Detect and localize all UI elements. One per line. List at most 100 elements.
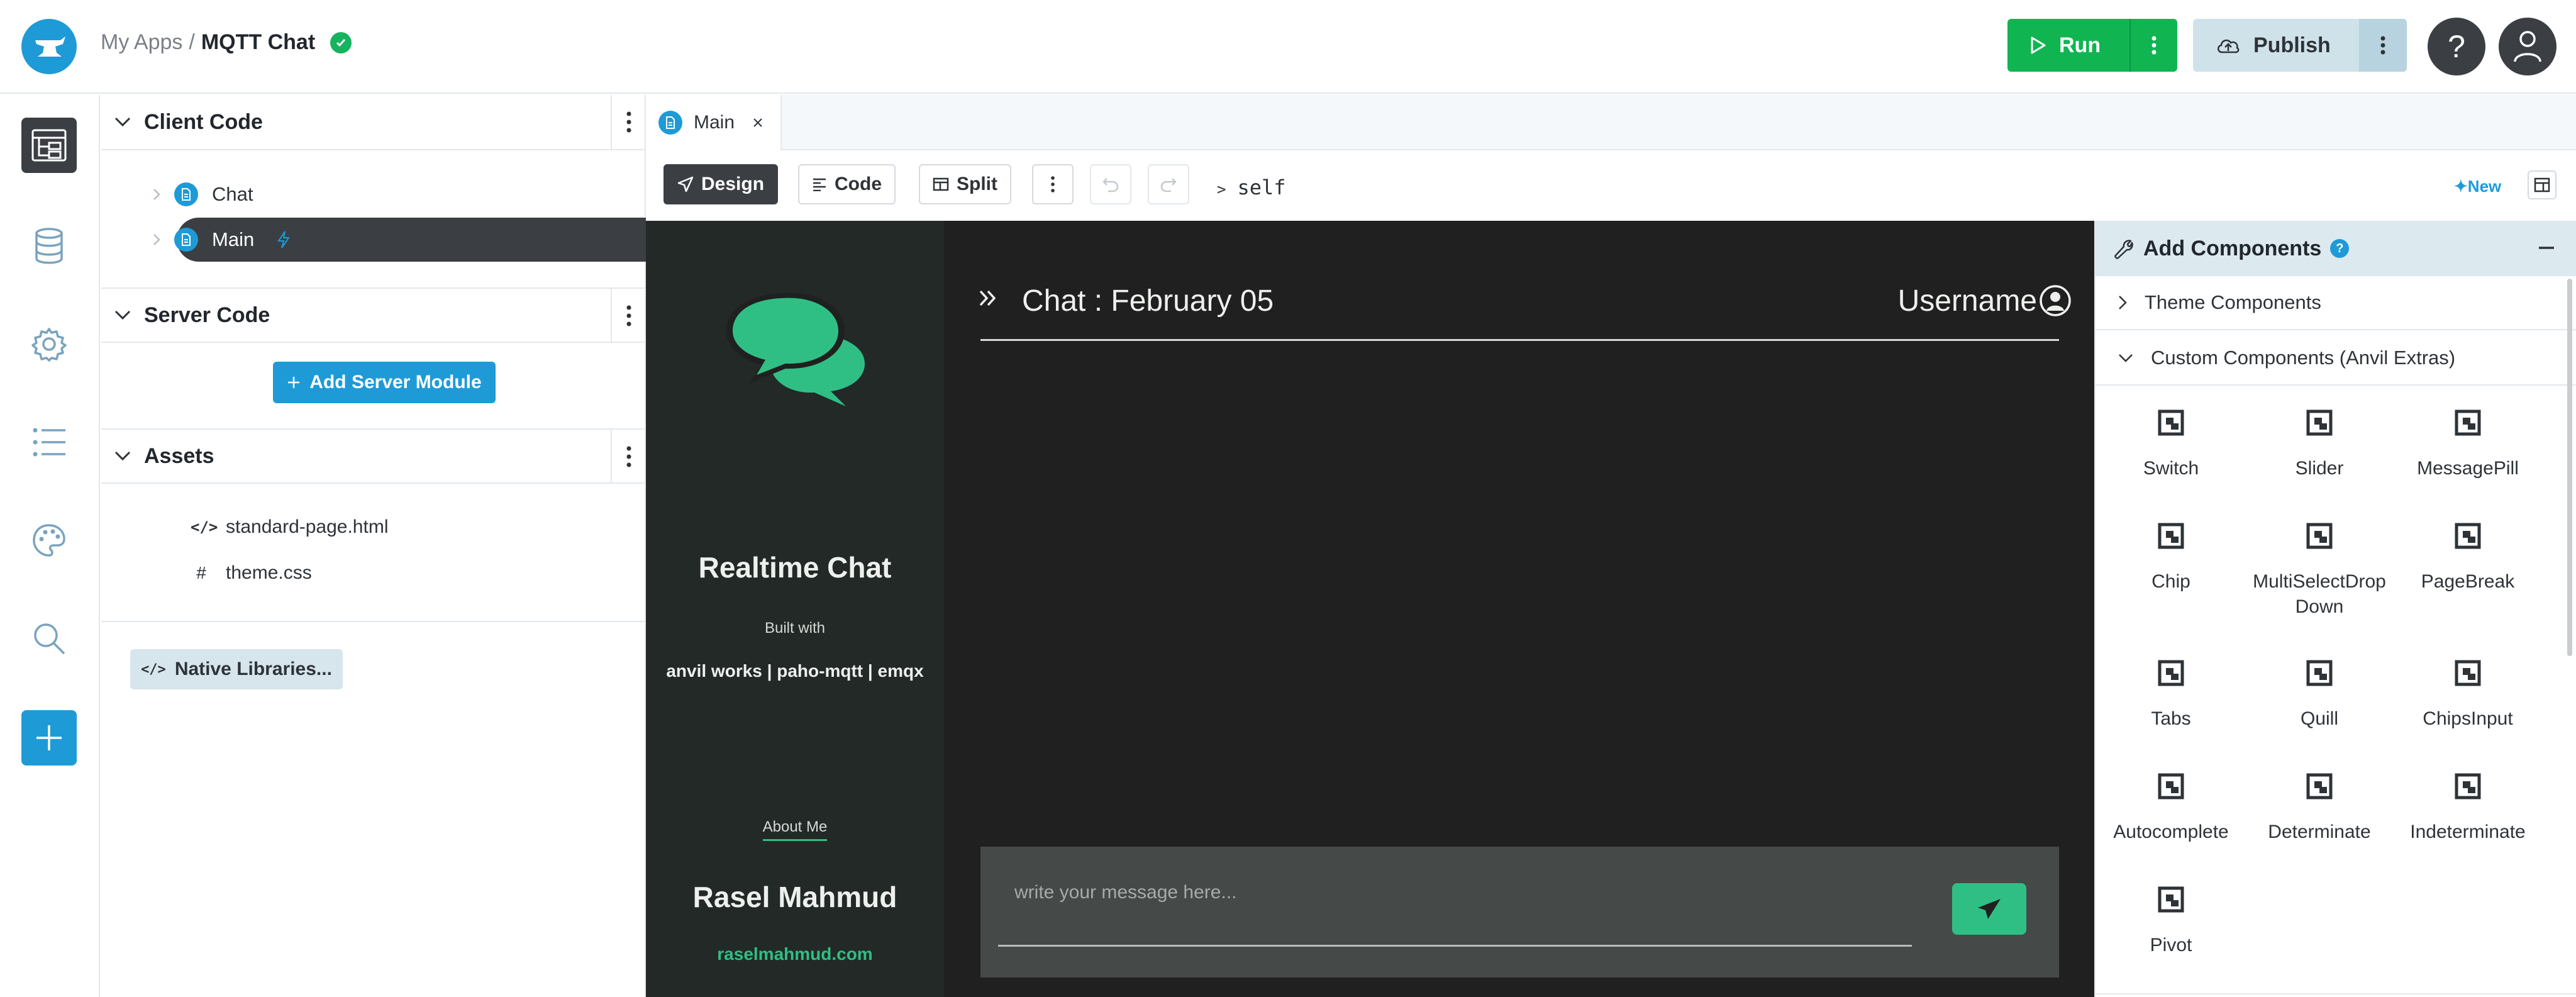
asset-item-css[interactable]: # theme.css	[191, 562, 312, 584]
component-icon	[2158, 409, 2184, 436]
form-icon	[658, 111, 682, 135]
chevron-right-icon	[153, 189, 160, 200]
website-link[interactable]: raselmahmud.com	[646, 944, 944, 964]
breadcrumb-separator: /	[189, 30, 195, 54]
component-chipsinput[interactable]: ChipsInput	[2394, 660, 2542, 732]
client-code-header[interactable]: Client Code	[101, 95, 646, 150]
publish-button[interactable]: Publish	[2193, 19, 2407, 72]
layout-icon	[2534, 177, 2550, 192]
new-button[interactable]: ✦New	[2454, 177, 2501, 196]
components-scrollbar[interactable]	[2567, 279, 2572, 656]
asset-label: standard-page.html	[226, 516, 389, 537]
tree-item-chat[interactable]: Chat	[153, 182, 253, 206]
split-mode-button[interactable]: Split	[919, 164, 1011, 204]
brand-title: Realtime Chat	[698, 551, 892, 584]
component-path[interactable]: > self	[1217, 175, 1286, 199]
form-icon	[174, 182, 198, 206]
assets-header[interactable]: Assets	[101, 428, 646, 484]
component-label: Tabs	[2151, 708, 2191, 729]
sparkle-icon: ✦	[2454, 177, 2468, 196]
database-icon[interactable]	[21, 218, 77, 274]
kebab-icon	[626, 111, 631, 133]
native-libraries-button[interactable]: </> Native Libraries...	[130, 649, 343, 689]
run-options-button[interactable]	[2129, 19, 2177, 72]
component-tabs[interactable]: Tabs	[2097, 660, 2245, 732]
run-button-main[interactable]: Run	[2007, 19, 2129, 72]
code-mode-button[interactable]: Code	[798, 164, 896, 204]
palette-icon[interactable]	[21, 513, 77, 568]
component-multiselectdropdown[interactable]: MultiSelectDrop Down	[2245, 523, 2394, 620]
user-circle-icon[interactable]	[2039, 284, 2072, 317]
input-underline	[998, 945, 1912, 947]
add-icon[interactable]	[21, 710, 77, 766]
app-name[interactable]: MQTT Chat	[201, 30, 315, 55]
client-code-menu-button[interactable]	[611, 95, 646, 149]
component-label: Pivot	[2150, 935, 2192, 955]
component-icon	[2306, 773, 2333, 799]
component-quill[interactable]: Quill	[2245, 660, 2394, 732]
component-autocomplete[interactable]: Autocomplete	[2097, 773, 2245, 845]
asset-item-html[interactable]: </> standard-page.html	[191, 516, 389, 538]
server-code-menu-button[interactable]	[611, 289, 646, 343]
publish-label: Publish	[2253, 33, 2331, 57]
component-pivot[interactable]: Pivot	[2097, 886, 2245, 958]
breadcrumb-my-apps[interactable]: My Apps	[101, 30, 182, 55]
editor-toolbar: Design Code Split > self ✦New	[646, 150, 2576, 220]
collapse-icon[interactable]	[2538, 246, 2555, 250]
search-icon[interactable]	[21, 611, 77, 666]
component-label: Slider	[2295, 458, 2344, 479]
redo-button[interactable]	[1148, 164, 1189, 204]
username-label[interactable]: Username	[1898, 284, 2037, 318]
tab-main[interactable]: Main	[646, 95, 782, 150]
component-pagebreak[interactable]: PageBreak	[2394, 523, 2542, 594]
add-components-panel: Add Components ? Theme Components Custom…	[2094, 221, 2576, 997]
component-indeterminate[interactable]: Indeterminate	[2394, 773, 2542, 845]
custom-components-category[interactable]: Custom Components (Anvil Extras)	[2096, 331, 2576, 386]
info-icon[interactable]: ?	[2330, 239, 2350, 258]
add-server-module-button[interactable]: Add Server Module	[273, 362, 496, 403]
double-chevron-right-icon[interactable]	[978, 289, 997, 308]
help-button[interactable]: ?	[2428, 18, 2485, 75]
component-chip[interactable]: Chip	[2097, 523, 2245, 594]
chevron-down-icon	[114, 310, 131, 320]
component-slider[interactable]: Slider	[2245, 409, 2394, 481]
app-browser-icon[interactable]	[21, 118, 77, 173]
assets-menu-button[interactable]	[611, 430, 646, 484]
undo-button[interactable]	[1090, 164, 1131, 204]
add-components-header: Add Components ?	[2096, 221, 2576, 276]
undo-icon	[1102, 178, 1119, 192]
account-button[interactable]	[2499, 18, 2557, 75]
component-messagepill[interactable]: MessagePill	[2394, 409, 2542, 481]
help-icon: ?	[2448, 29, 2465, 64]
layout-toggle-button[interactable]	[2528, 170, 2557, 199]
theme-components-category[interactable]: Theme Components	[2096, 276, 2576, 330]
about-me-link[interactable]: About Me	[646, 818, 944, 841]
close-icon[interactable]	[752, 117, 763, 128]
gear-icon[interactable]	[21, 316, 77, 372]
about-me-label: About Me	[762, 818, 828, 841]
tree-item-main[interactable]: Main	[153, 228, 291, 252]
user-icon	[2514, 31, 2541, 62]
message-input[interactable]: write your message here...	[1014, 882, 1236, 903]
chevron-down-icon	[114, 451, 131, 461]
split-label: Split	[957, 174, 997, 194]
component-switch[interactable]: Switch	[2097, 409, 2245, 481]
list-icon[interactable]	[21, 415, 77, 470]
server-code-header[interactable]: Server Code	[101, 287, 646, 343]
tab-strip: Main	[646, 95, 2576, 150]
send-button[interactable]	[1952, 883, 2026, 935]
chevron-down-icon	[114, 117, 131, 127]
publish-options-button[interactable]	[2359, 19, 2407, 72]
anvil-logo-icon[interactable]	[21, 19, 77, 74]
add-components-title: Add Components	[2143, 236, 2322, 260]
component-label: Autocomplete	[2113, 822, 2229, 842]
asset-label: theme.css	[226, 562, 312, 583]
app-browser-panel: Client Code Chat Main Server Code Add Se…	[101, 95, 646, 997]
chevron-down-icon	[2119, 354, 2133, 362]
publish-button-main[interactable]: Publish	[2193, 19, 2359, 72]
theme-components-label: Theme Components	[2145, 291, 2321, 313]
run-button[interactable]: Run	[2007, 19, 2177, 72]
component-determinate[interactable]: Determinate	[2245, 773, 2394, 845]
more-options-button[interactable]	[1032, 164, 1074, 204]
design-mode-button[interactable]: Design	[663, 164, 779, 204]
